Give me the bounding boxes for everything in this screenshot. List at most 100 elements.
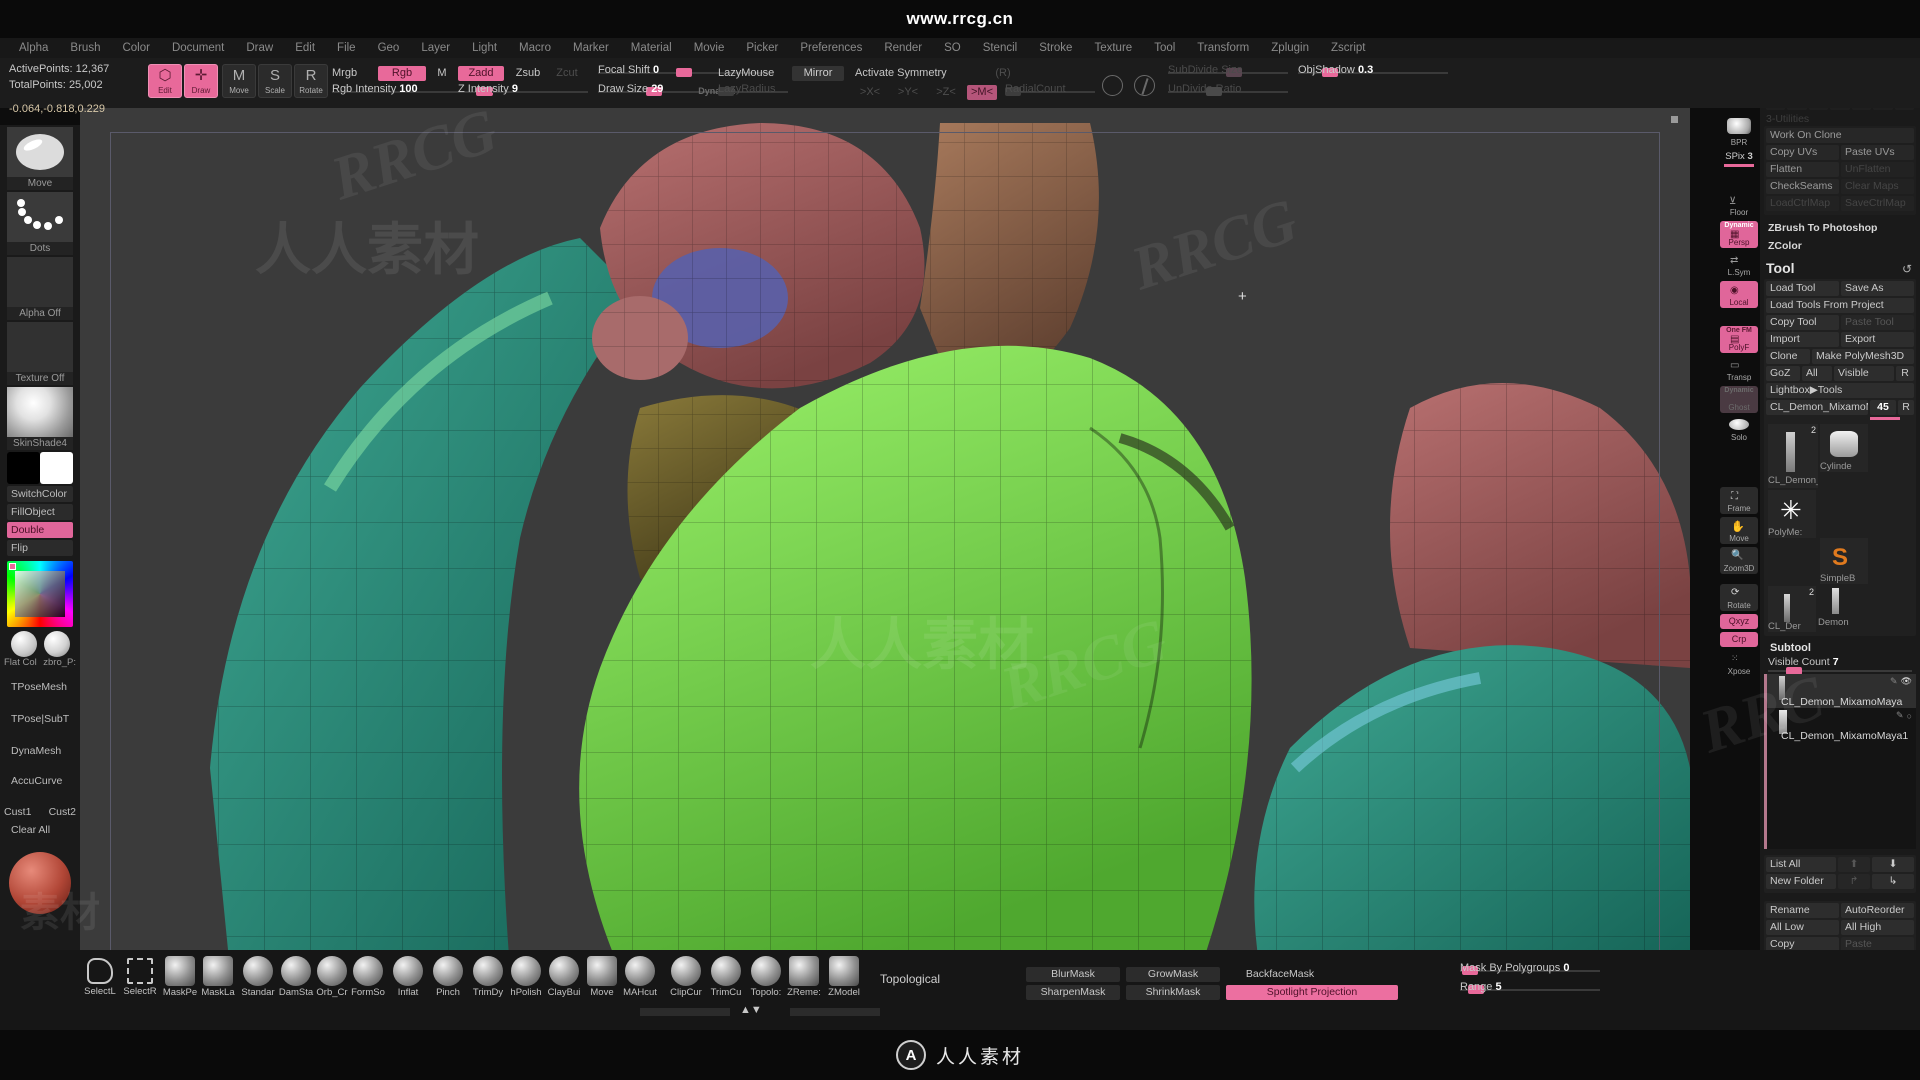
menu-item-marker[interactable]: Marker <box>562 42 620 54</box>
texture-selector[interactable]: Texture Off <box>7 322 73 385</box>
subtool-row-icons[interactable]: ✎ 👁 <box>1890 676 1912 687</box>
rotate-button[interactable]: R Rotate <box>294 64 328 98</box>
save-as-button[interactable]: Save As <box>1841 281 1914 296</box>
menu-item-draw[interactable]: Draw <box>235 42 284 54</box>
utilities-group[interactable]: Work On Clone Copy UVs Paste UVs Flatten… <box>1764 126 1916 215</box>
axis-y-button[interactable]: >Y< <box>893 85 923 100</box>
menu-item-stroke[interactable]: Stroke <box>1028 42 1083 54</box>
clear-maps-button[interactable]: Clear Maps <box>1841 179 1914 194</box>
lightbox-tools-button[interactable]: Lightbox▶Tools <box>1766 383 1914 398</box>
xpose-button[interactable]: ⁙ Xpose <box>1720 650 1758 677</box>
scale-button[interactable]: S Scale <box>258 64 292 98</box>
menu-item-color[interactable]: Color <box>111 42 160 54</box>
accucurve-button[interactable]: AccuCurve <box>7 768 73 794</box>
load-tools-from-project-button[interactable]: Load Tools From Project <box>1766 298 1914 313</box>
brush-selector[interactable]: Move <box>7 127 73 190</box>
draw-button[interactable]: ✛ Draw <box>184 64 218 98</box>
stroke-selector[interactable]: Dots <box>7 192 73 255</box>
right-icon-rail[interactable]: BPR SPix 3 ⊻ Floor Dynamic ▦ Persp ⇄ L.S… <box>1718 118 1760 748</box>
axis-m-button[interactable]: >M< <box>967 85 997 100</box>
brush-claybuildup[interactable]: ClayBui <box>546 956 582 998</box>
current-tool-name[interactable]: CL_Demon_MixamoMaya. <box>1766 400 1868 415</box>
menu-item-preferences[interactable]: Preferences <box>789 42 873 54</box>
brush-orbcrack[interactable]: Orb_Cr <box>314 956 350 998</box>
local-button[interactable]: ◉ Local <box>1720 281 1758 308</box>
folder-in-icon[interactable]: ↳ <box>1872 874 1914 889</box>
spix-slider[interactable]: SPix 3 <box>1720 151 1758 167</box>
menu-item-macro[interactable]: Macro <box>508 42 562 54</box>
bottom-brush-bar[interactable]: SelectL SelectR MaskPe MaskLa Standar Da… <box>0 950 1920 1030</box>
menu-item-document[interactable]: Document <box>161 42 235 54</box>
unflatten-button[interactable]: UnFlatten <box>1841 162 1914 177</box>
color-picker[interactable] <box>7 561 73 627</box>
brush-trimdynamic[interactable]: TrimDy <box>470 956 506 998</box>
brush-selectrect[interactable]: SelectR <box>122 956 158 997</box>
subtool-paint-icon[interactable]: ✎ <box>1890 676 1898 687</box>
zbrush-material-icon[interactable] <box>43 631 70 657</box>
blur-mask-button[interactable]: BlurMask <box>1026 967 1120 982</box>
mrgb-button[interactable]: Mrgb <box>332 66 372 81</box>
brush-inflat[interactable]: Inflat <box>390 956 426 998</box>
subtool-list[interactable]: ✎ 👁 CL_Demon_MixamoMaya ✎ ○ CL_Demon_Mix… <box>1764 674 1916 849</box>
fill-object-button[interactable]: FillObject <box>7 504 73 520</box>
subtool-row-icons[interactable]: ✎ ○ <box>1896 710 1912 721</box>
radial-count-slider[interactable]: RadialCount <box>1005 83 1095 98</box>
paste-uvs-button[interactable]: Paste UVs <box>1841 145 1914 160</box>
secondary-color-swatch[interactable] <box>7 452 40 484</box>
double-button[interactable]: Double <box>7 522 73 538</box>
ghost-button[interactable]: Dynamic Ghost <box>1720 386 1758 413</box>
menu-item-zplugin[interactable]: Zplugin <box>1260 42 1320 54</box>
solo-button[interactable]: Solo <box>1720 416 1758 443</box>
menu-item-zscript[interactable]: Zscript <box>1320 42 1377 54</box>
axis-z-button[interactable]: >Z< <box>931 85 961 100</box>
polyframe-button[interactable]: One FM ▤ PolyF <box>1720 326 1758 353</box>
menu-item-tool[interactable]: Tool <box>1143 42 1186 54</box>
flatten-button[interactable]: Flatten <box>1766 162 1839 177</box>
brush-topology[interactable]: Topolo: <box>748 956 784 998</box>
zcolor-button[interactable]: ZColor <box>1760 238 1920 256</box>
edit-button[interactable]: ⬡ Edit <box>148 64 182 98</box>
clear-all-button[interactable]: Clear All <box>7 822 73 838</box>
material-shortcuts[interactable] <box>7 631 73 657</box>
floor-button[interactable]: ⊻ Floor <box>1720 191 1758 218</box>
menu-item-texture[interactable]: Texture <box>1083 42 1143 54</box>
tool-thumb-cl-demon[interactable]: 2 CL_Der <box>1768 586 1816 632</box>
cust2-button[interactable]: Cust2 <box>49 806 76 818</box>
bpr-button[interactable]: BPR <box>1720 118 1758 148</box>
scrub-left[interactable] <box>640 1008 730 1016</box>
perspective-button[interactable]: Dynamic ▦ Persp <box>1720 221 1758 248</box>
subtool-actions-group[interactable]: List All ⬆ ⬇ New Folder ↱ ↳ <box>1764 855 1916 893</box>
tool-thumbnail-grid[interactable]: 2 CL_Demon_Mix Cylinde ✳ PolyMe: S Simpl… <box>1766 422 1914 634</box>
sharpen-mask-button[interactable]: SharpenMask <box>1026 985 1120 1000</box>
brush-damstandard[interactable]: DamSta <box>278 956 314 998</box>
brush-selectlasso[interactable]: SelectL <box>82 956 118 997</box>
flip-button[interactable]: Flip <box>7 540 73 556</box>
move-button[interactable]: M Move <box>222 64 256 98</box>
menu-item-transform[interactable]: Transform <box>1186 42 1260 54</box>
brush-standard[interactable]: Standar <box>240 956 276 998</box>
top-toolbar[interactable]: ActivePoints: 12,367 TotalPoints: 25,002… <box>0 58 1920 115</box>
backface-mask-button[interactable]: BackfaceMask <box>1226 967 1334 982</box>
zsub-button[interactable]: Zsub <box>508 66 548 81</box>
brush-clipcurve[interactable]: ClipCur <box>668 956 704 998</box>
zoom3d-button[interactable]: 🔍 Zoom3D <box>1720 547 1758 574</box>
local-symmetry-button[interactable]: ⇄ L.Sym <box>1720 251 1758 278</box>
import-button[interactable]: Import <box>1766 332 1839 347</box>
rgb-button[interactable]: Rgb <box>378 66 426 81</box>
rename-button[interactable]: Rename <box>1766 903 1839 918</box>
all-high-button[interactable]: All High <box>1841 920 1914 935</box>
brush-formsoft[interactable]: FormSo <box>350 956 386 998</box>
export-button[interactable]: Export <box>1841 332 1914 347</box>
viewport-canvas[interactable]: + <box>80 108 1690 970</box>
subdivide-size-slider[interactable]: SubDivide Size <box>1168 64 1288 79</box>
load-tool-button[interactable]: Load Tool <box>1766 281 1839 296</box>
zadd-button[interactable]: Zadd <box>458 66 504 81</box>
tpose-mesh-button[interactable]: TPoseMesh <box>7 674 73 700</box>
clone-button[interactable]: Clone <box>1766 349 1810 364</box>
subtool-item-0[interactable]: ✎ 👁 CL_Demon_MixamoMaya <box>1767 674 1916 708</box>
mirror-button[interactable]: Mirror <box>792 66 844 81</box>
brush-mahcut[interactable]: MAHcut <box>622 956 658 998</box>
right-panel[interactable]: Protect Attract Erase AttractFrom Ambien… <box>1760 38 1920 1080</box>
auto-reorder-button[interactable]: AutoReorder <box>1841 903 1914 918</box>
spotlight-projection-button[interactable]: Spotlight Projection <box>1226 985 1398 1000</box>
